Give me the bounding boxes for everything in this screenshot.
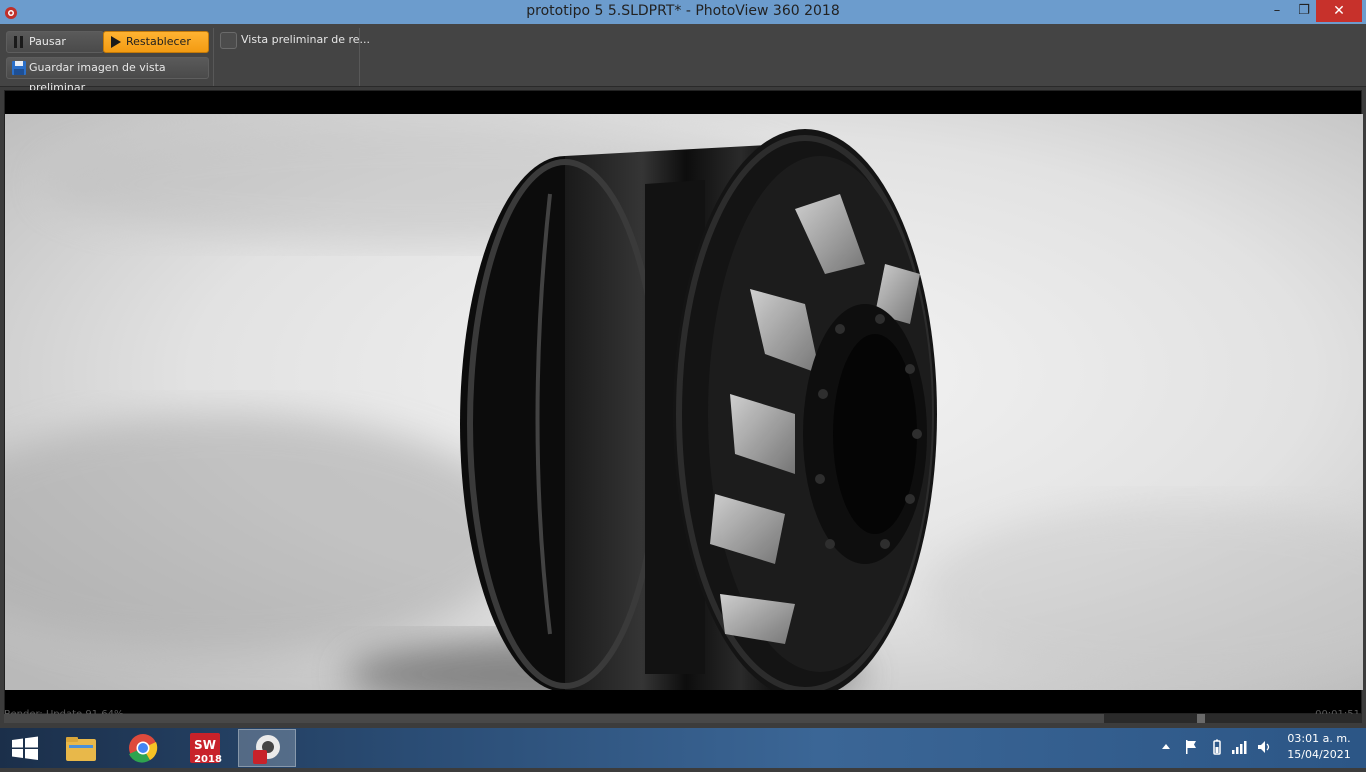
clock-time: 03:01 a. m. <box>1287 732 1351 745</box>
toolbar-divider <box>213 28 214 86</box>
reset-button-label: Restablecer <box>126 35 191 48</box>
windows-logo-icon <box>12 736 38 760</box>
taskbar-photoview[interactable] <box>238 729 296 767</box>
battery-icon[interactable] <box>1208 738 1226 756</box>
folder-icon <box>66 737 96 761</box>
progress-handle[interactable] <box>1197 714 1205 723</box>
solidworks-icon: SW 2018 <box>190 733 222 765</box>
toolbar-divider <box>359 28 360 86</box>
render-image <box>5 114 1363 690</box>
toolbar: Pausar Restablecer Guardar imagen de vis… <box>0 24 1366 94</box>
reset-button[interactable]: Restablecer <box>103 31 209 53</box>
floppy-disk-icon <box>12 61 26 75</box>
preview-checkbox-label: Vista preliminar de re... <box>241 33 371 46</box>
show-hidden-icons-chevron-icon[interactable] <box>1157 738 1175 756</box>
photoview-icon <box>253 735 280 764</box>
minimize-button[interactable]: – <box>1262 0 1292 22</box>
render-progress-fill <box>4 714 1104 723</box>
network-signal-icon[interactable] <box>1230 738 1248 756</box>
pause-button-label: Pausar <box>29 35 66 48</box>
preview-checkbox[interactable]: Vista preliminar de re... <box>220 31 370 51</box>
taskbar-chrome[interactable] <box>114 729 172 767</box>
close-button[interactable]: ✕ <box>1316 0 1362 22</box>
taskbar: SW 2018 03:01 a. m. 15/04/2021 <box>0 728 1366 768</box>
window-title: prototipo 5 5.SLDPRT* - PhotoView 360 20… <box>526 3 840 19</box>
pause-icon <box>14 36 23 48</box>
svg-text:SW: SW <box>194 738 216 752</box>
taskbar-file-explorer[interactable] <box>52 729 110 767</box>
rendered-wheel-scene <box>5 114 1363 690</box>
pause-button[interactable]: Pausar <box>6 31 104 53</box>
play-icon <box>111 36 121 48</box>
action-center-flag-icon[interactable] <box>1182 738 1200 756</box>
save-preview-image-button[interactable]: Guardar imagen de vista preliminar <box>6 57 209 94</box>
title-bar: prototipo 5 5.SLDPRT* - PhotoView 360 20… <box>0 0 1366 24</box>
restore-button[interactable]: ❐ <box>1289 0 1319 22</box>
chrome-icon <box>129 734 158 763</box>
checkbox-box[interactable] <box>220 32 237 49</box>
clock-date: 15/04/2021 <box>1287 748 1351 761</box>
taskbar-clock[interactable]: 03:01 a. m. 15/04/2021 <box>1276 731 1362 763</box>
solidworks-version-badge: 2018 <box>194 754 222 765</box>
volume-icon[interactable] <box>1255 738 1273 756</box>
render-progress-bar <box>4 714 1362 723</box>
taskbar-solidworks[interactable]: SW 2018 <box>176 729 234 767</box>
render-viewport[interactable] <box>4 90 1363 714</box>
start-button[interactable] <box>0 729 50 767</box>
